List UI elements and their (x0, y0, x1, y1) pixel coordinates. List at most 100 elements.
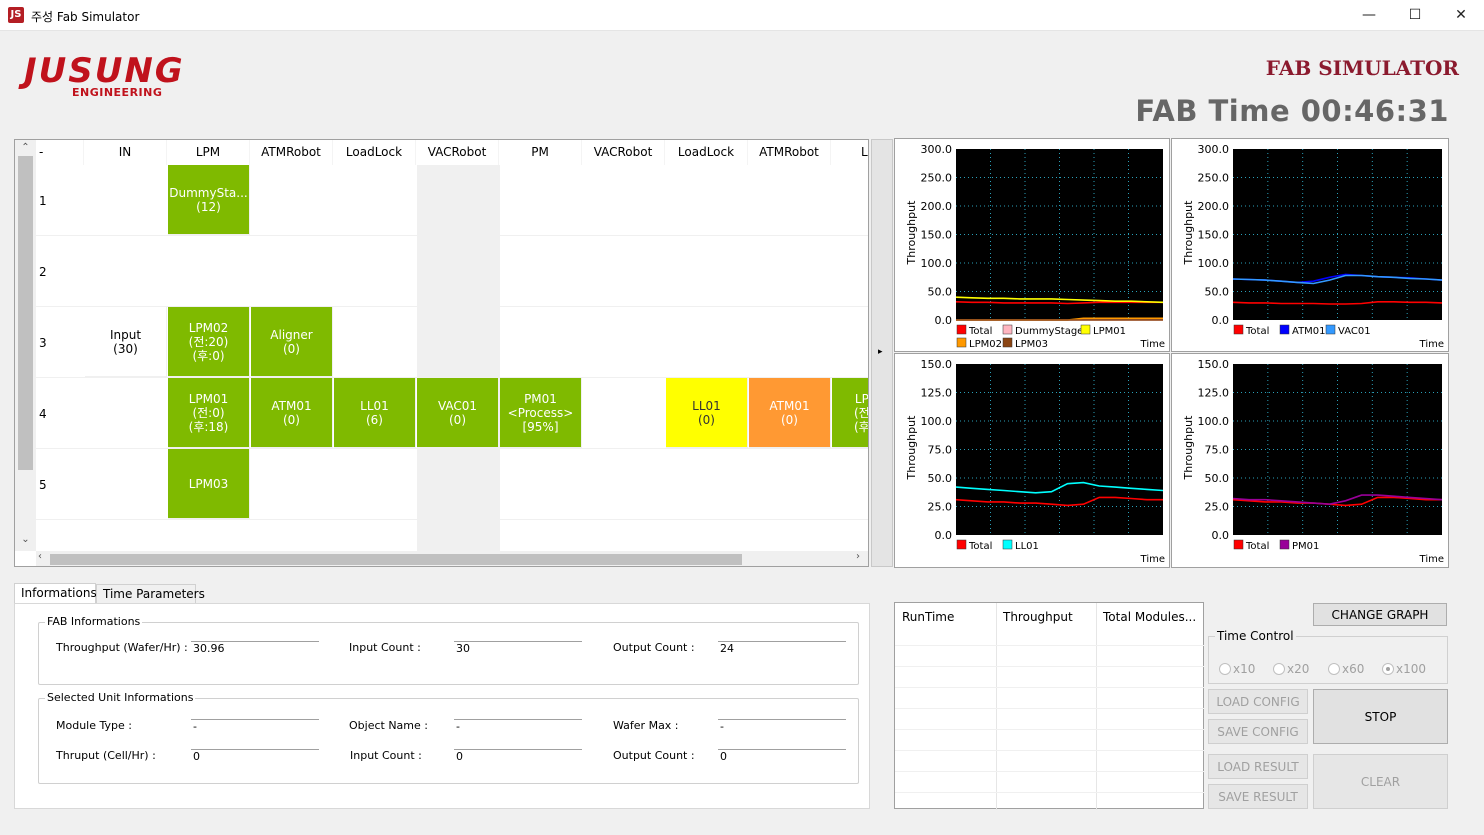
load-result-button[interactable]: LOAD RESULT (1208, 754, 1308, 779)
cell-aligner[interactable]: Aligner (0) (251, 307, 333, 377)
cell-lpm02[interactable]: LPM02 (전:20) (후:0) (168, 307, 250, 377)
maximize-button[interactable]: ☐ (1392, 0, 1438, 31)
y-tick-label: 100.0 (1198, 415, 1230, 428)
legend-label: ATM01 (1292, 326, 1326, 337)
chart-4[interactable]: 150.0 125.0 100.0 75.0 50.0 25.0 0.0 Throughput… (1171, 353, 1449, 568)
cell-vac01[interactable]: VAC01 (0) (417, 378, 499, 448)
speed-x100-radio[interactable]: x100 (1382, 662, 1426, 676)
unit-output-count-field: 0 (718, 749, 846, 764)
y-tick-label: 150.0 (921, 229, 953, 242)
unit-input-count-label: Input Count : (350, 749, 422, 762)
legend-label: LPM02 (969, 339, 1002, 350)
scroll-down-icon[interactable]: ⌄ (15, 534, 36, 545)
legend-swatch (956, 324, 967, 335)
y-tick-label: 0.0 (1212, 314, 1230, 327)
scroll-right-icon[interactable]: › (856, 551, 860, 562)
col-header-runtime[interactable]: RunTime (902, 610, 954, 624)
col-header-throughput[interactable]: Throughput (1003, 610, 1073, 624)
horizontal-scrollbar[interactable]: ‹ › (36, 551, 868, 566)
legend-label: Total (1245, 326, 1269, 337)
stop-button[interactable]: STOP (1313, 689, 1448, 744)
speed-x10-radio[interactable]: x10 (1219, 662, 1255, 676)
save-result-button[interactable]: SAVE RESULT (1208, 784, 1308, 809)
y-tick-label: 25.0 (1205, 501, 1230, 514)
vertical-scrollbar[interactable]: ⌃ ⌄ (15, 140, 36, 551)
legend-label: Total (968, 541, 992, 552)
legend-swatch (1002, 539, 1013, 550)
object-name-field: - (454, 719, 582, 734)
unit-info-title: Selected Unit Informations (45, 691, 196, 704)
col-header-vacrobot-2: VACRobot (582, 140, 665, 165)
throughput-field: 30.96 (191, 641, 319, 656)
chart-1[interactable]: 300.0 250.0 200.0 150.0 100.0 50.0 0.0 Throughp… (894, 138, 1170, 352)
y-tick-label: 150.0 (921, 358, 953, 371)
chart-2[interactable]: 300.0 250.0 200.0 150.0 100.0 50.0 0.0 Throughp… (1171, 138, 1449, 352)
y-tick-label: 50.0 (1205, 286, 1230, 299)
results-list[interactable]: RunTime Throughput Total Modules... (894, 602, 1205, 810)
load-config-button[interactable]: LOAD CONFIG (1208, 689, 1308, 714)
minimize-button[interactable]: — (1346, 0, 1392, 31)
cell-ll01[interactable]: LL01 (6) (334, 378, 416, 448)
wafer-max-label: Wafer Max : (613, 719, 679, 732)
cell-ll01-out[interactable]: LL01 (0) (666, 378, 748, 448)
plot-area (956, 364, 1163, 535)
unit-input-count-field: 0 (454, 749, 582, 764)
output-count-label: Output Count : (613, 641, 695, 654)
scroll-left-icon[interactable]: ‹ (38, 551, 42, 562)
horizontal-scroll-thumb[interactable] (50, 554, 742, 565)
cell-atm01-out[interactable]: ATM01 (0) (749, 378, 831, 448)
vertical-scroll-thumb[interactable] (18, 156, 33, 470)
thruput-label: Thruput (Cell/Hr) : (56, 749, 156, 762)
plot-area (956, 149, 1163, 320)
col-header-atmrobot: ATMRobot (250, 140, 333, 165)
expand-arrow-icon[interactable]: ▸ (878, 347, 883, 357)
legend-swatch (1279, 324, 1290, 335)
y-tick-label: 50.0 (1205, 472, 1230, 485)
cell-atm01[interactable]: ATM01 (0) (251, 378, 333, 448)
logo-main: JUSUNG (24, 51, 185, 91)
cell-lpm01[interactable]: LPM01 (전:0) (후:18) (168, 378, 250, 448)
cell-pm01[interactable]: PM01 <Process> [95%] (500, 378, 582, 448)
y-tick-label: 75.0 (928, 444, 953, 457)
row-header-5: 5 (39, 478, 47, 492)
legend-swatch (1002, 337, 1013, 348)
throughput-label: Throughput (Wafer/Hr) : (56, 641, 188, 654)
panel-splitter[interactable]: ▸ (871, 139, 893, 567)
cell-dummystage[interactable]: DummySta... (12) (168, 165, 250, 235)
legend-label: LPM01 (1093, 326, 1126, 337)
speed-x60-radio[interactable]: x60 (1328, 662, 1364, 676)
chart-3[interactable]: 150.0 125.0 100.0 75.0 50.0 25.0 0.0 Throughput… (894, 353, 1170, 568)
y-tick-label: 50.0 (928, 286, 953, 299)
title-bar: JS 주성 Fab Simulator — ☐ ✕ (0, 0, 1484, 31)
row-header-1: 1 (39, 194, 47, 208)
cell-lpm03[interactable]: LPM03 (168, 449, 250, 519)
module-type-field: - (191, 719, 319, 734)
fab-grid[interactable]: ⌃ ⌄ ‹ › - IN LPM ATMRobot LoadLock VACRo… (14, 139, 869, 567)
unit-output-count-label: Output Count : (613, 749, 695, 762)
save-config-button[interactable]: SAVE CONFIG (1208, 719, 1308, 744)
scroll-up-icon[interactable]: ⌃ (15, 142, 36, 153)
col-header-lpm: LPM (167, 140, 250, 165)
close-button[interactable]: ✕ (1438, 0, 1484, 31)
cell-input[interactable]: Input (30) (85, 307, 167, 377)
speed-x20-radio[interactable]: x20 (1273, 662, 1309, 676)
vacrobot-column-bg (417, 165, 500, 551)
module-type-label: Module Type : (56, 719, 132, 732)
y-tick-label: 250.0 (1198, 172, 1230, 185)
y-tick-label: 100.0 (921, 257, 953, 270)
change-graph-button[interactable]: CHANGE GRAPH (1313, 603, 1447, 626)
y-axis-label: Throughput (1182, 200, 1195, 266)
col-header-total-modules[interactable]: Total Modules... (1103, 610, 1196, 624)
grid-header-corner: - (36, 140, 84, 165)
col-header-partial: L (831, 140, 868, 165)
x-axis-label: Time (1419, 339, 1444, 350)
y-tick-label: 250.0 (921, 172, 953, 185)
clear-button[interactable]: CLEAR (1313, 754, 1448, 809)
wafer-max-field: - (718, 719, 846, 734)
legend-label: Total (968, 326, 992, 337)
tab-informations[interactable]: Informations (14, 583, 97, 604)
tab-time-parameters[interactable]: Time Parameters (96, 584, 205, 604)
cell-lpm-out-partial[interactable]: LP (전 (후 (832, 378, 868, 448)
informations-panel: FAB Informations Throughput (Wafer/Hr) :… (14, 603, 870, 809)
window-title: 주성 Fab Simulator (31, 10, 140, 24)
